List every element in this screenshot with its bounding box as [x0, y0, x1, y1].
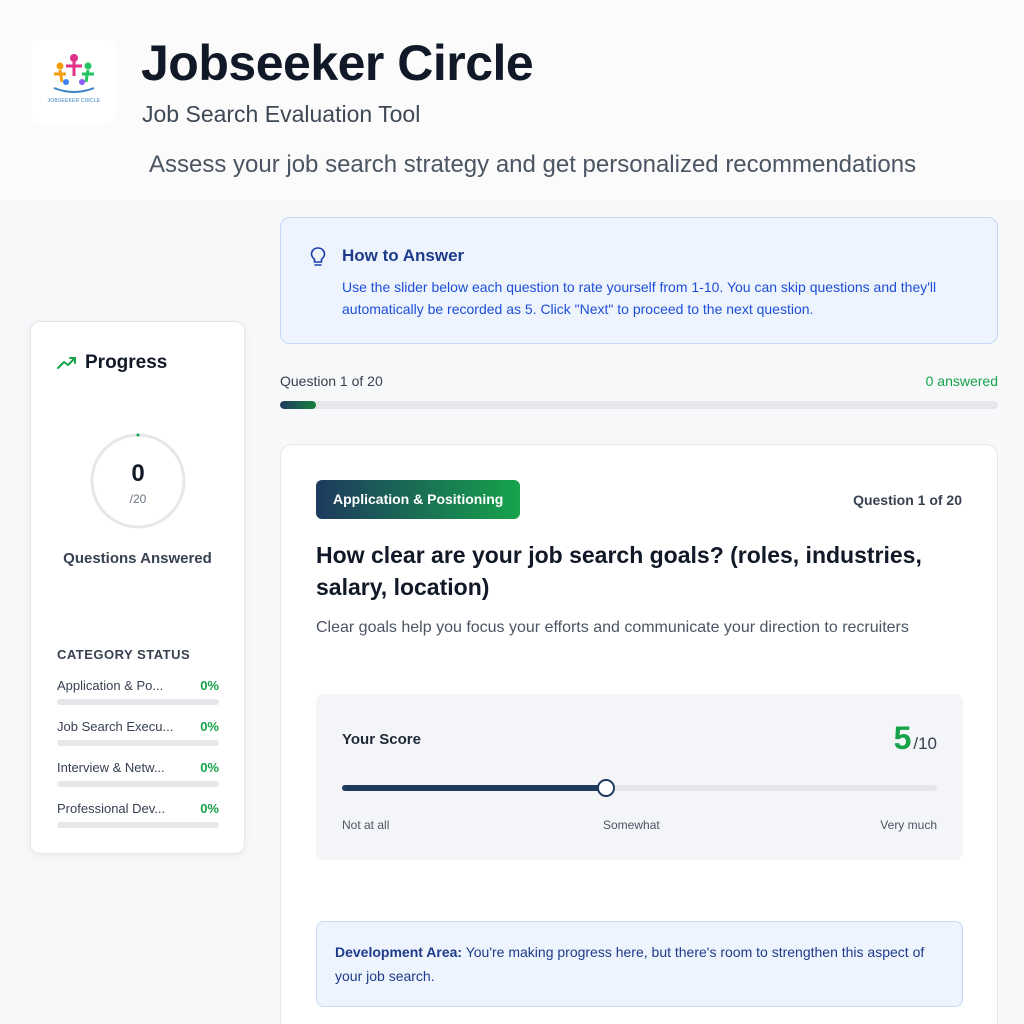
- lightbulb-icon: [310, 247, 326, 266]
- category-name: Application & Po...: [57, 678, 164, 693]
- brand-subtitle: Job Search Evaluation Tool: [142, 101, 421, 127]
- score-value: 5: [893, 720, 912, 756]
- category-progress-bar: [57, 822, 219, 828]
- category-status-title: CATEGORY STATUS: [57, 647, 191, 662]
- score-slider[interactable]: [342, 779, 937, 797]
- answered-summary: 0 answered: [925, 373, 998, 389]
- overall-progress-fill: [280, 401, 316, 409]
- category-percent: 0%: [200, 760, 219, 775]
- overall-progress-bar: [280, 401, 998, 409]
- question-counter: Question 1 of 20: [280, 373, 383, 389]
- score-label: Your Score: [342, 731, 421, 748]
- feedback-panel: Development Area: You're making progress…: [316, 921, 963, 1007]
- category-progress-bar: [57, 740, 219, 746]
- brand-title: Jobseeker Circle: [141, 35, 534, 91]
- category-name: Interview & Netw...: [57, 760, 165, 775]
- category-percent: 0%: [200, 719, 219, 734]
- progress-header: Progress: [57, 352, 167, 374]
- question-help-text: Clear goals help you focus your efforts …: [316, 619, 909, 636]
- trending-up-icon: [57, 357, 76, 369]
- slider-max-label: Very much: [880, 818, 937, 832]
- how-to-answer-body: Use the slider below each question to ra…: [342, 279, 937, 317]
- logo-text: JOBSEEKER CIRCLE: [47, 98, 101, 104]
- how-to-answer-title: How to Answer: [342, 246, 465, 265]
- feedback-text: Development Area: You're making progress…: [335, 940, 935, 988]
- category-percent: 0%: [200, 678, 219, 693]
- app-header: JOBSEEKER CIRCLE Jobseeker Circle Job Se…: [0, 0, 1024, 200]
- score-slider-fill: [342, 785, 607, 791]
- progress-sidebar: Progress 0 /20 Questions Answered CATEGO…: [30, 321, 245, 854]
- score-display: 5/10: [894, 720, 937, 757]
- score-slider-thumb[interactable]: [597, 779, 616, 797]
- category-progress-bar: [57, 699, 219, 705]
- category-row: Job Search Execu... 0%: [57, 719, 219, 746]
- question-number: Question 1 of 20: [853, 492, 962, 508]
- category-row: Interview & Netw... 0%: [57, 760, 219, 787]
- score-panel: Your Score 5/10 Not at all Somewhat Very…: [316, 694, 963, 860]
- page-tagline: Assess your job search strategy and get …: [149, 151, 917, 178]
- category-row: Professional Dev... 0%: [57, 801, 219, 828]
- category-percent: 0%: [200, 801, 219, 816]
- slider-mid-label: Somewhat: [603, 818, 660, 832]
- slider-min-label: Not at all: [342, 818, 390, 832]
- logo: JOBSEEKER CIRCLE: [32, 40, 116, 124]
- questions-answered-label: Questions Answered: [63, 550, 212, 567]
- category-row: Application & Po... 0%: [57, 678, 219, 705]
- category-name: Professional Dev...: [57, 801, 166, 816]
- progress-title: Progress: [85, 352, 168, 373]
- answered-count: 0: [131, 460, 145, 487]
- answered-total: /20: [129, 492, 147, 506]
- score-max: /10: [913, 734, 937, 753]
- category-badge: Application & Positioning: [316, 480, 521, 519]
- category-name: Job Search Execu...: [57, 719, 174, 734]
- logo-figures-icon: [53, 54, 95, 93]
- how-to-answer-panel: How to Answer Use the slider below each …: [280, 217, 998, 344]
- question-card: Application & Positioning Question 1 of …: [280, 444, 998, 1024]
- feedback-heading: Development Area:: [335, 944, 463, 960]
- question-text: How clear are your job search goals? (ro…: [316, 542, 922, 600]
- category-progress-bar: [57, 781, 219, 787]
